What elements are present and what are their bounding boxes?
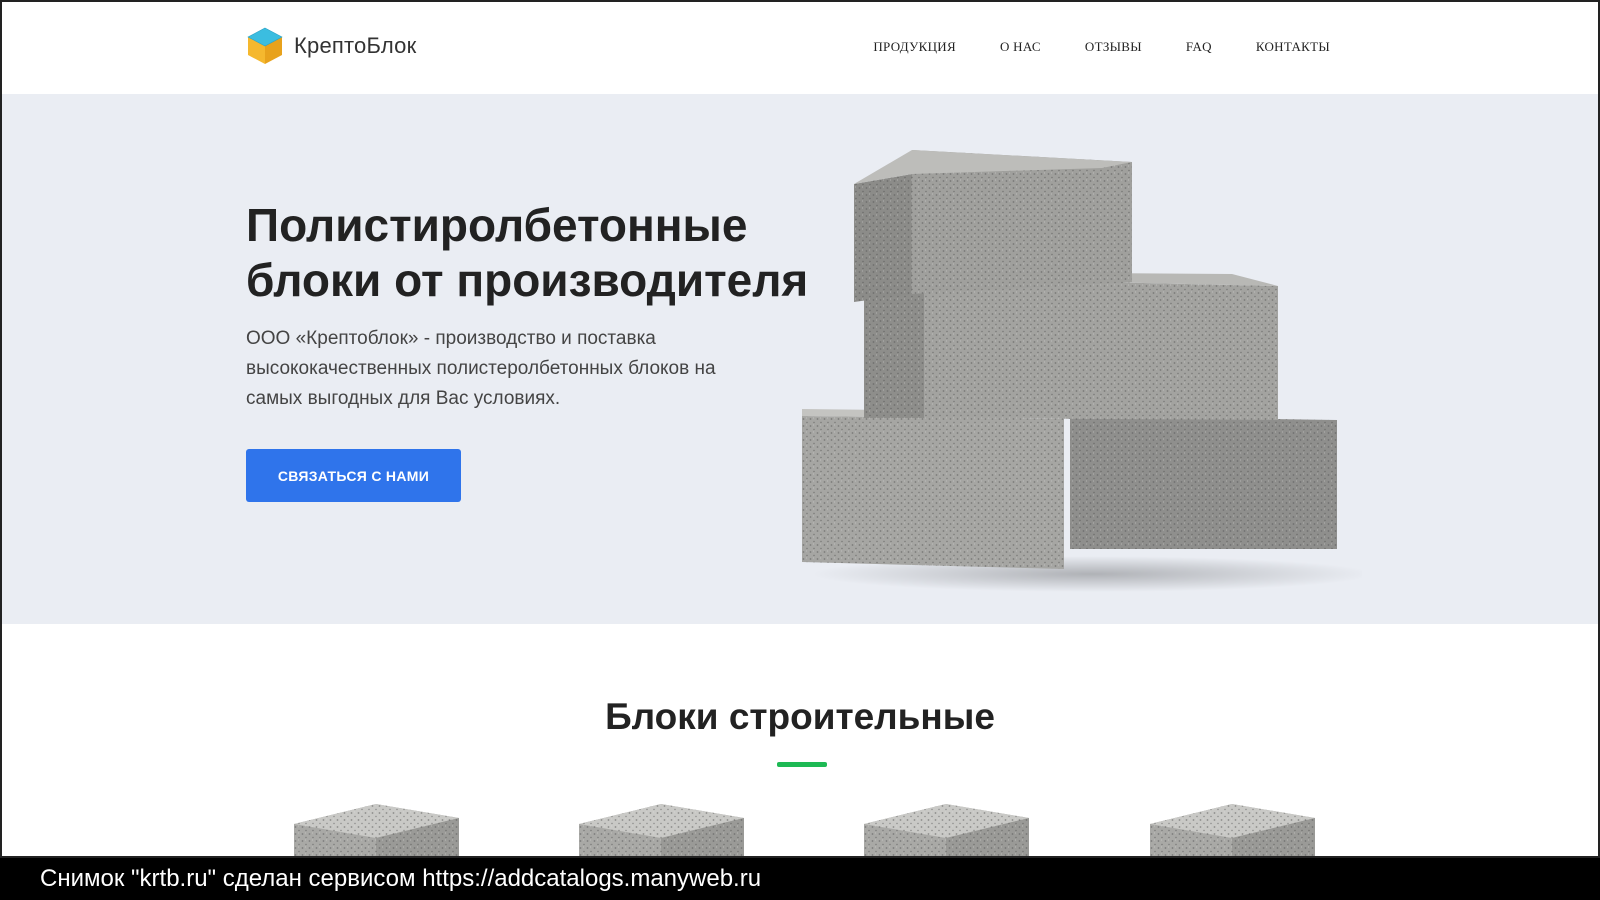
contact-us-button[interactable]: СВЯЗАТЬСЯ С НАМИ	[246, 449, 461, 502]
site-header: КрептоБлок ПРОДУКЦИЯ О НАС ОТЗЫВЫ FAQ КО…	[2, 2, 1598, 94]
logo-text: КрептоБлок	[294, 33, 417, 58]
nav-item-faq[interactable]: FAQ	[1186, 39, 1212, 55]
nav-item-contacts[interactable]: КОНТАКТЫ	[1256, 39, 1330, 55]
concrete-blocks-image	[802, 150, 1362, 592]
hero-section: Полистиролбетонные блоки от производител…	[2, 94, 1598, 624]
cube-logo-icon	[247, 27, 283, 64]
browser-viewport: КрептоБлок ПРОДУКЦИЯ О НАС ОТЗЫВЫ FAQ КО…	[0, 0, 1600, 858]
product-list	[2, 804, 1598, 858]
products-section: Блоки строительные	[2, 624, 1598, 858]
nav-item-products[interactable]: ПРОДУКЦИЯ	[873, 39, 956, 55]
product-block-image[interactable]	[294, 804, 459, 858]
section-title: Блоки строительные	[605, 696, 995, 737]
site-logo[interactable]: КрептоБлок	[246, 26, 416, 66]
product-block-image[interactable]	[1150, 804, 1315, 858]
product-block-image[interactable]	[864, 804, 1029, 858]
section-divider	[777, 762, 827, 767]
main-nav: ПРОДУКЦИЯ О НАС ОТЗЫВЫ FAQ КОНТАКТЫ	[873, 39, 1330, 55]
nav-item-about[interactable]: О НАС	[1000, 39, 1041, 55]
nav-item-reviews[interactable]: ОТЗЫВЫ	[1085, 39, 1142, 55]
product-block-image[interactable]	[579, 804, 744, 858]
screenshot-caption: Снимок "krtb.ru" сделан сервисом https:/…	[0, 858, 1600, 900]
hero-lead: ООО «Крептоблок» - производство и постав…	[246, 328, 716, 409]
hero-title: Полистиролбетонные блоки от производител…	[246, 199, 809, 306]
